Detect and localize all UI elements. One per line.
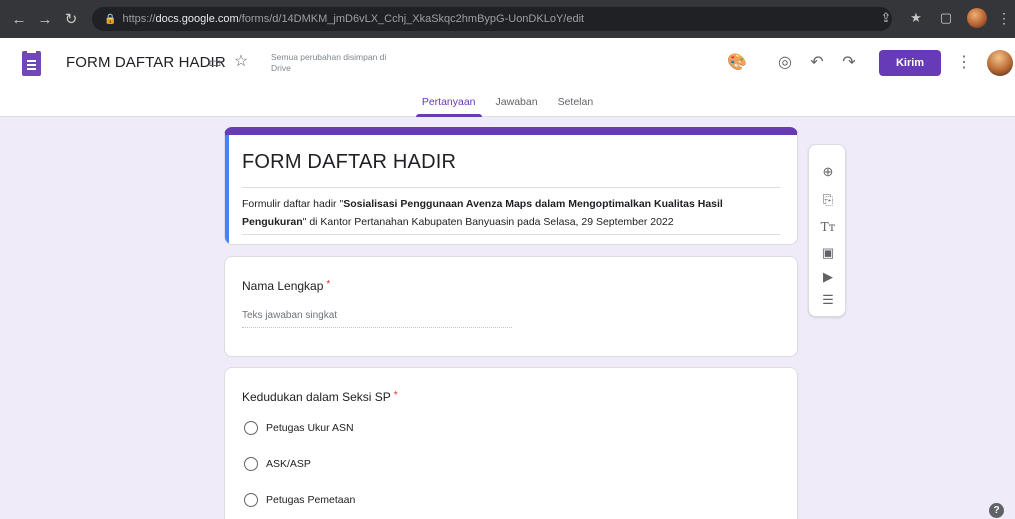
palette-icon[interactable]: 🎨 bbox=[726, 51, 748, 73]
focus-indicator bbox=[225, 135, 229, 244]
radio-option-label: Petugas Pemetaan bbox=[266, 494, 356, 506]
address-bar[interactable]: 🔒 https://docs.google.com/forms/d/14DMKM… bbox=[92, 7, 892, 31]
form-description[interactable]: Formulir daftar hadir "Sosialisasi Pengg… bbox=[242, 195, 767, 231]
bookmark-star-icon[interactable]: ★ bbox=[907, 9, 925, 27]
radio-icon[interactable] bbox=[244, 493, 258, 507]
star-icon[interactable]: ☆ bbox=[232, 52, 250, 70]
question-title: Nama Lengkap * bbox=[242, 279, 330, 293]
user-avatar[interactable] bbox=[987, 50, 1013, 76]
form-title-card[interactable]: FORM DAFTAR HADIR Formulir daftar hadir … bbox=[224, 127, 798, 245]
question-title: Kedudukan dalam Seksi SP * bbox=[242, 390, 398, 404]
add-video-icon[interactable]: ▶ bbox=[818, 267, 838, 287]
preview-eye-icon[interactable]: ◎ bbox=[774, 51, 796, 73]
radio-icon[interactable] bbox=[244, 457, 258, 471]
more-vert-icon[interactable]: ⋮ bbox=[956, 51, 972, 73]
reload-icon[interactable]: ↻ bbox=[60, 8, 82, 30]
save-status: Semua perubahan disimpan di Drive bbox=[271, 52, 387, 73]
required-asterisk: * bbox=[393, 390, 398, 401]
radio-icon[interactable] bbox=[244, 421, 258, 435]
share-icon[interactable]: ⇪ bbox=[877, 9, 895, 27]
profile-avatar[interactable] bbox=[967, 8, 987, 28]
tab-questions[interactable]: Pertanyaan bbox=[412, 90, 486, 117]
question-card[interactable]: Kedudukan dalam Seksi SP * Petugas Ukur A… bbox=[224, 367, 798, 519]
add-image-icon[interactable]: ▣ bbox=[818, 243, 838, 263]
help-icon[interactable]: ? bbox=[989, 503, 1004, 518]
add-section-icon[interactable]: ☰ bbox=[818, 290, 838, 310]
question-card[interactable]: Nama Lengkap * Teks jawaban singkat bbox=[224, 256, 798, 357]
document-title[interactable]: FORM DAFTAR HADIR bbox=[66, 54, 226, 71]
radio-option[interactable]: ASK/ASP bbox=[244, 457, 311, 471]
url-prefix: https:// bbox=[122, 13, 156, 25]
undo-icon[interactable]: ↶ bbox=[806, 51, 828, 73]
question-title-text: Kedudukan dalam Seksi SP bbox=[242, 390, 391, 404]
required-asterisk: * bbox=[326, 279, 331, 290]
radio-option-label: ASK/ASP bbox=[266, 458, 311, 470]
desc-suffix: " di Kantor Pertanahan Kabupaten Banyuas… bbox=[302, 216, 674, 228]
url-path: /forms/d/14DMKM_jmD6vLX_Cchj_XkaSkqc2hmB… bbox=[238, 13, 585, 25]
google-forms-logo-icon[interactable] bbox=[22, 51, 41, 76]
back-icon[interactable]: ← bbox=[8, 8, 30, 30]
send-button[interactable]: Kirim bbox=[879, 50, 941, 76]
title-underline bbox=[242, 187, 780, 188]
description-underline bbox=[242, 234, 780, 235]
floating-toolbar: ⊕ ⎘ Tт ▣ ▶ ☰ bbox=[808, 144, 846, 317]
tab-settings[interactable]: Setelan bbox=[548, 90, 604, 117]
lock-icon: 🔒 bbox=[104, 13, 117, 25]
add-question-icon[interactable]: ⊕ bbox=[818, 162, 838, 182]
add-title-icon[interactable]: Tт bbox=[818, 217, 838, 237]
form-tabs: Pertanyaan Jawaban Setelan bbox=[0, 90, 1015, 117]
window-icon[interactable]: ▢ bbox=[937, 9, 955, 27]
import-questions-icon[interactable]: ⎘ bbox=[818, 190, 838, 210]
radio-option-label: Petugas Ukur ASN bbox=[266, 422, 354, 434]
form-title[interactable]: FORM DAFTAR HADIR bbox=[242, 151, 456, 174]
move-to-folder-icon[interactable]: ▭ bbox=[206, 53, 224, 71]
url-domain: docs.google.com bbox=[155, 13, 239, 25]
redo-icon[interactable]: ↷ bbox=[838, 51, 860, 73]
radio-option[interactable]: Petugas Pemetaan bbox=[244, 493, 355, 507]
chrome-menu-icon[interactable]: ⋮ bbox=[997, 9, 1011, 27]
short-answer-placeholder: Teks jawaban singkat bbox=[242, 310, 512, 328]
desc-prefix: Formulir daftar hadir " bbox=[242, 198, 344, 210]
browser-toolbar: ← → ↻ 🔒 https://docs.google.com/forms/d/… bbox=[0, 0, 1015, 38]
tab-responses[interactable]: Jawaban bbox=[486, 90, 548, 117]
forward-icon[interactable]: → bbox=[34, 8, 56, 30]
forms-header: FORM DAFTAR HADIR ▭ ☆ Semua perubahan di… bbox=[0, 38, 1015, 117]
radio-option[interactable]: Petugas Ukur ASN bbox=[244, 421, 354, 435]
question-title-text: Nama Lengkap bbox=[242, 279, 324, 293]
